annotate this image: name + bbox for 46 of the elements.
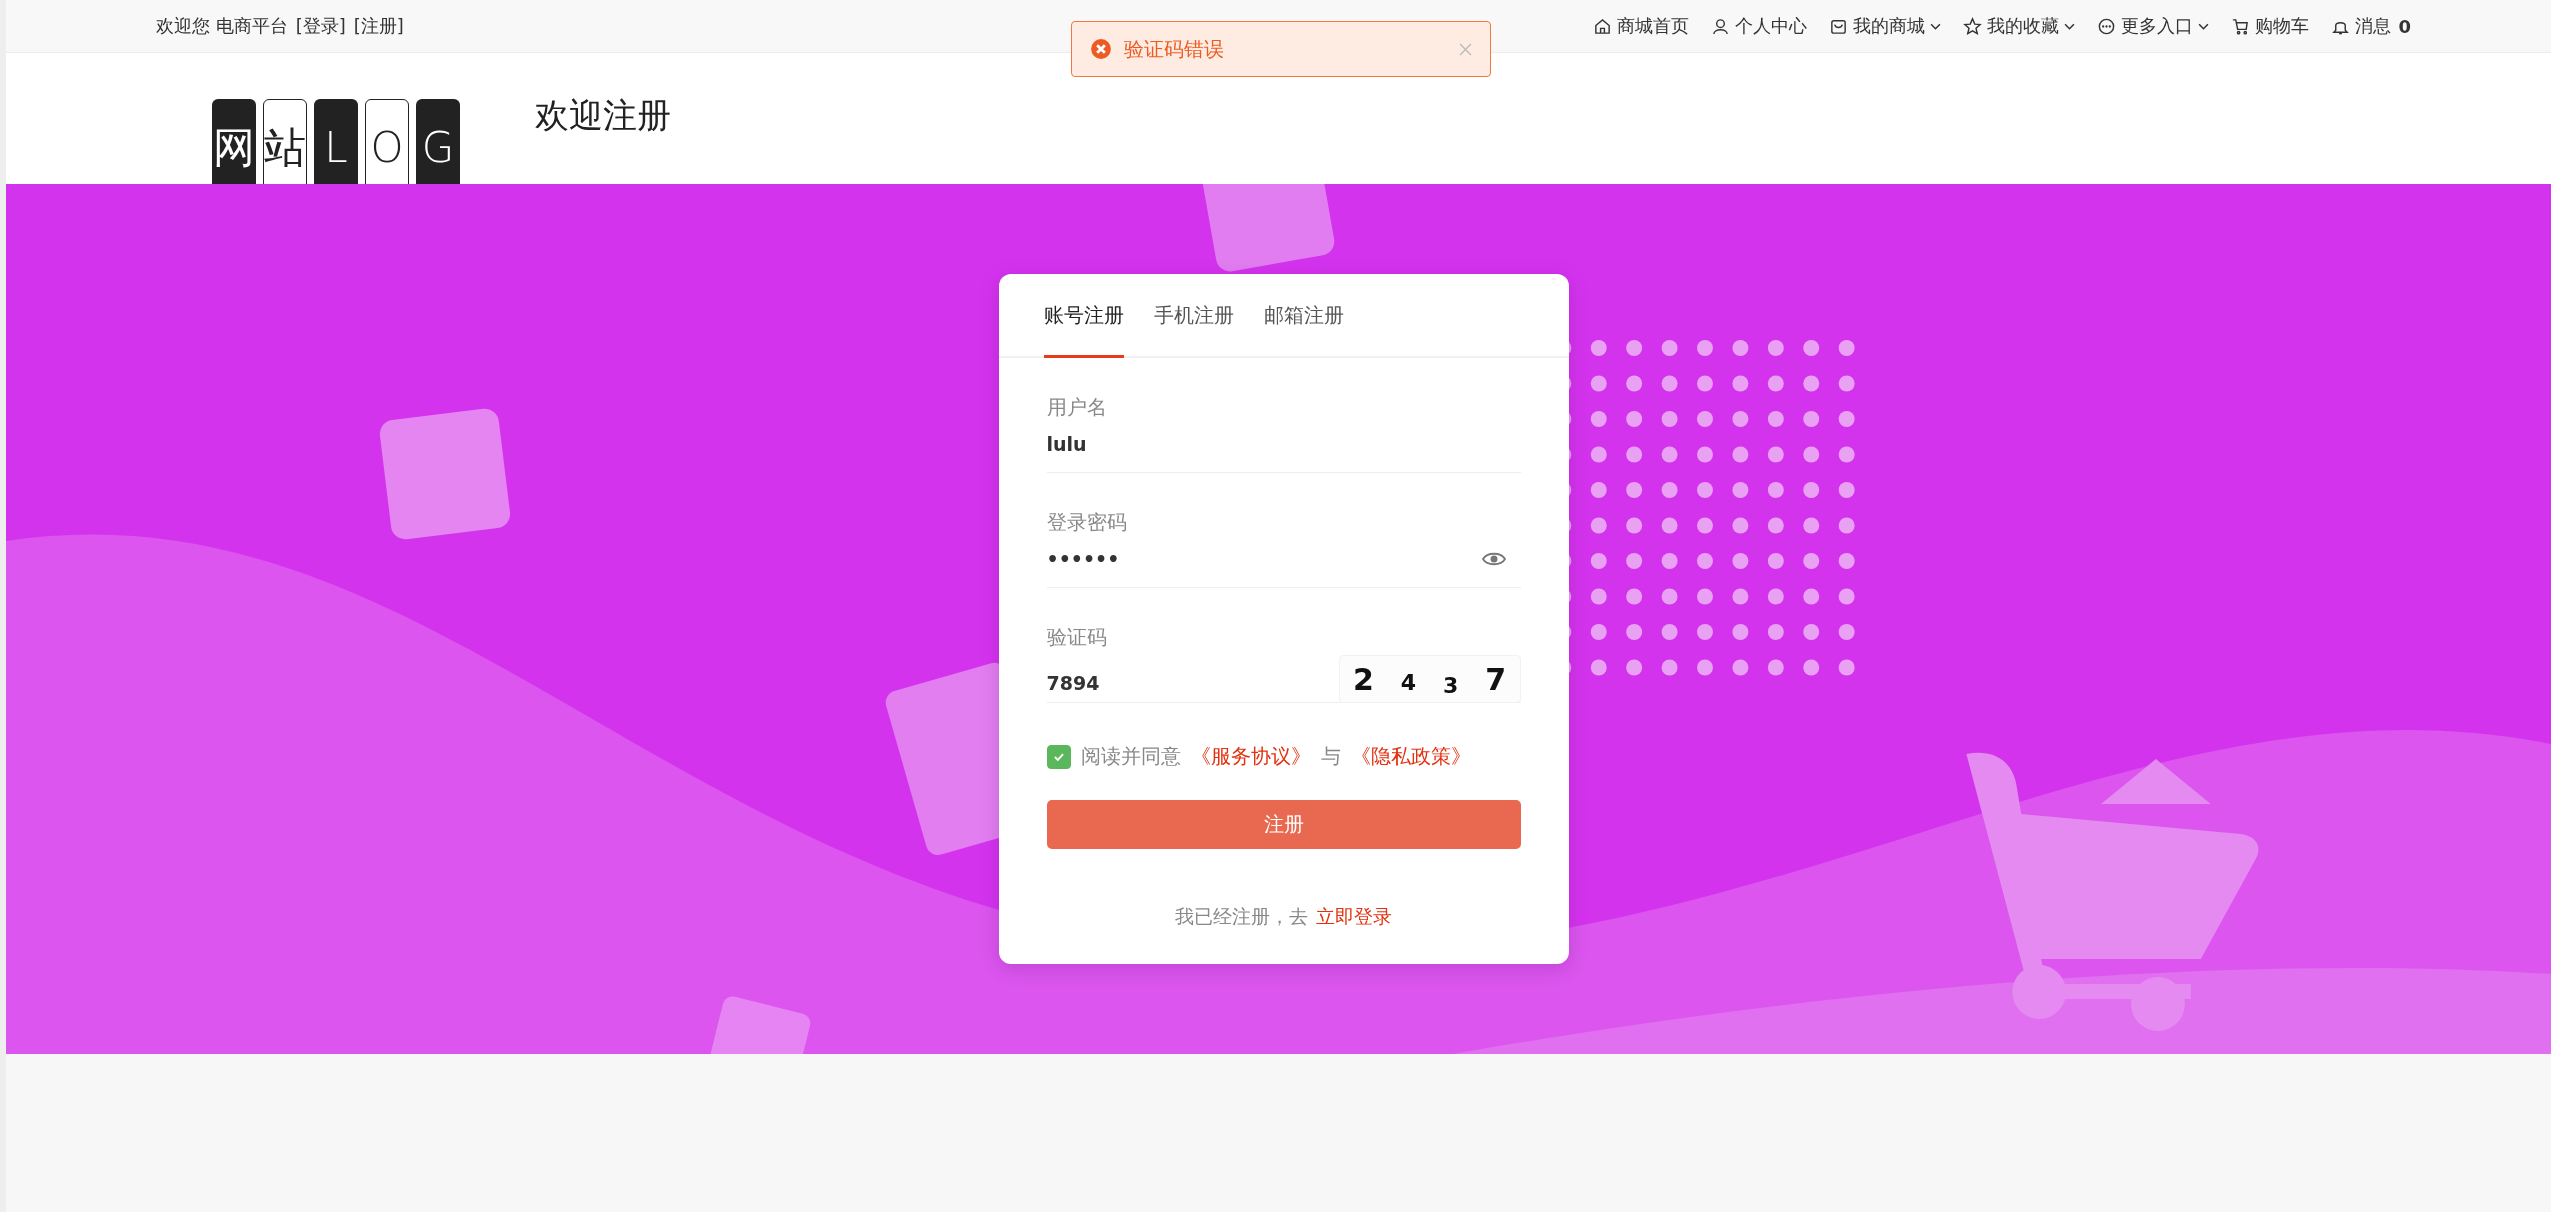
agree-text: 阅读并同意 — [1080, 743, 1181, 770]
home-icon — [1593, 16, 1613, 36]
logo-tile[interactable]: O — [365, 99, 409, 184]
captcha-digit: 3 — [1442, 672, 1459, 698]
service-agreement-link[interactable]: 《服务协议》 — [1190, 743, 1311, 770]
captcha-digit: 4 — [1400, 669, 1417, 695]
nav-link[interactable]: 我的收藏 — [1963, 14, 2076, 38]
nav-link[interactable]: 购物车 — [2231, 14, 2310, 38]
captcha-digit: 7 — [1485, 661, 1507, 697]
field-label: 用户名 — [1046, 394, 1108, 421]
nav-link[interactable]: 消息 0 — [2331, 14, 2411, 38]
logo-tile[interactable]: L — [314, 99, 358, 184]
page-title: 欢迎注册 — [535, 94, 671, 137]
star-icon — [1963, 16, 1983, 36]
captcha-image[interactable]: 2 4 3 7 — [1338, 655, 1521, 703]
nav-link[interactable]: 我的商城 — [1829, 14, 1942, 38]
more-icon — [2097, 16, 2117, 36]
logo-tile[interactable]: 网 — [212, 99, 256, 184]
top-link[interactable]: [登录] — [295, 14, 346, 38]
nav-link[interactable]: 商城首页 — [1593, 14, 1690, 38]
welcome-text: 欢迎您 电商平台 — [156, 14, 288, 38]
error-toast: 验证码错误 — [1071, 21, 1491, 77]
agree-checkbox[interactable] — [1046, 744, 1071, 769]
error-icon — [1090, 38, 1112, 60]
tab[interactable]: 邮箱注册 — [1263, 274, 1344, 358]
tab[interactable]: 账号注册 — [1043, 274, 1124, 358]
top-link[interactable]: [注册] — [353, 14, 404, 38]
captcha-field[interactable]: 7894 — [1046, 672, 1339, 694]
username-field[interactable]: lulu — [1046, 433, 1521, 455]
logo-tile[interactable]: 站 — [263, 99, 307, 184]
captcha-digit: 2 — [1352, 661, 1374, 697]
already-registered-text: 我已经注册，去 — [1175, 904, 1308, 929]
field-label: 验证码 — [1046, 624, 1108, 651]
login-link[interactable]: 立即登录 — [1316, 904, 1392, 930]
joiner-text: 与 — [1320, 743, 1341, 770]
eye-icon[interactable] — [1481, 551, 1506, 567]
tab[interactable]: 手机注册 — [1153, 274, 1234, 358]
field-label: 登录密码 — [1046, 509, 1128, 536]
nav-link[interactable]: 个人中心 — [1711, 14, 1808, 38]
privacy-policy-link[interactable]: 《隐私政策》 — [1350, 743, 1471, 770]
user-icon — [1711, 16, 1731, 36]
nav-link[interactable]: 更多入口 — [2097, 14, 2210, 38]
cart-icon — [2231, 16, 2251, 36]
password-field[interactable]: •••••• — [1046, 548, 1482, 570]
logo-tile[interactable]: G — [416, 99, 460, 184]
close-icon[interactable] — [1459, 42, 1472, 56]
